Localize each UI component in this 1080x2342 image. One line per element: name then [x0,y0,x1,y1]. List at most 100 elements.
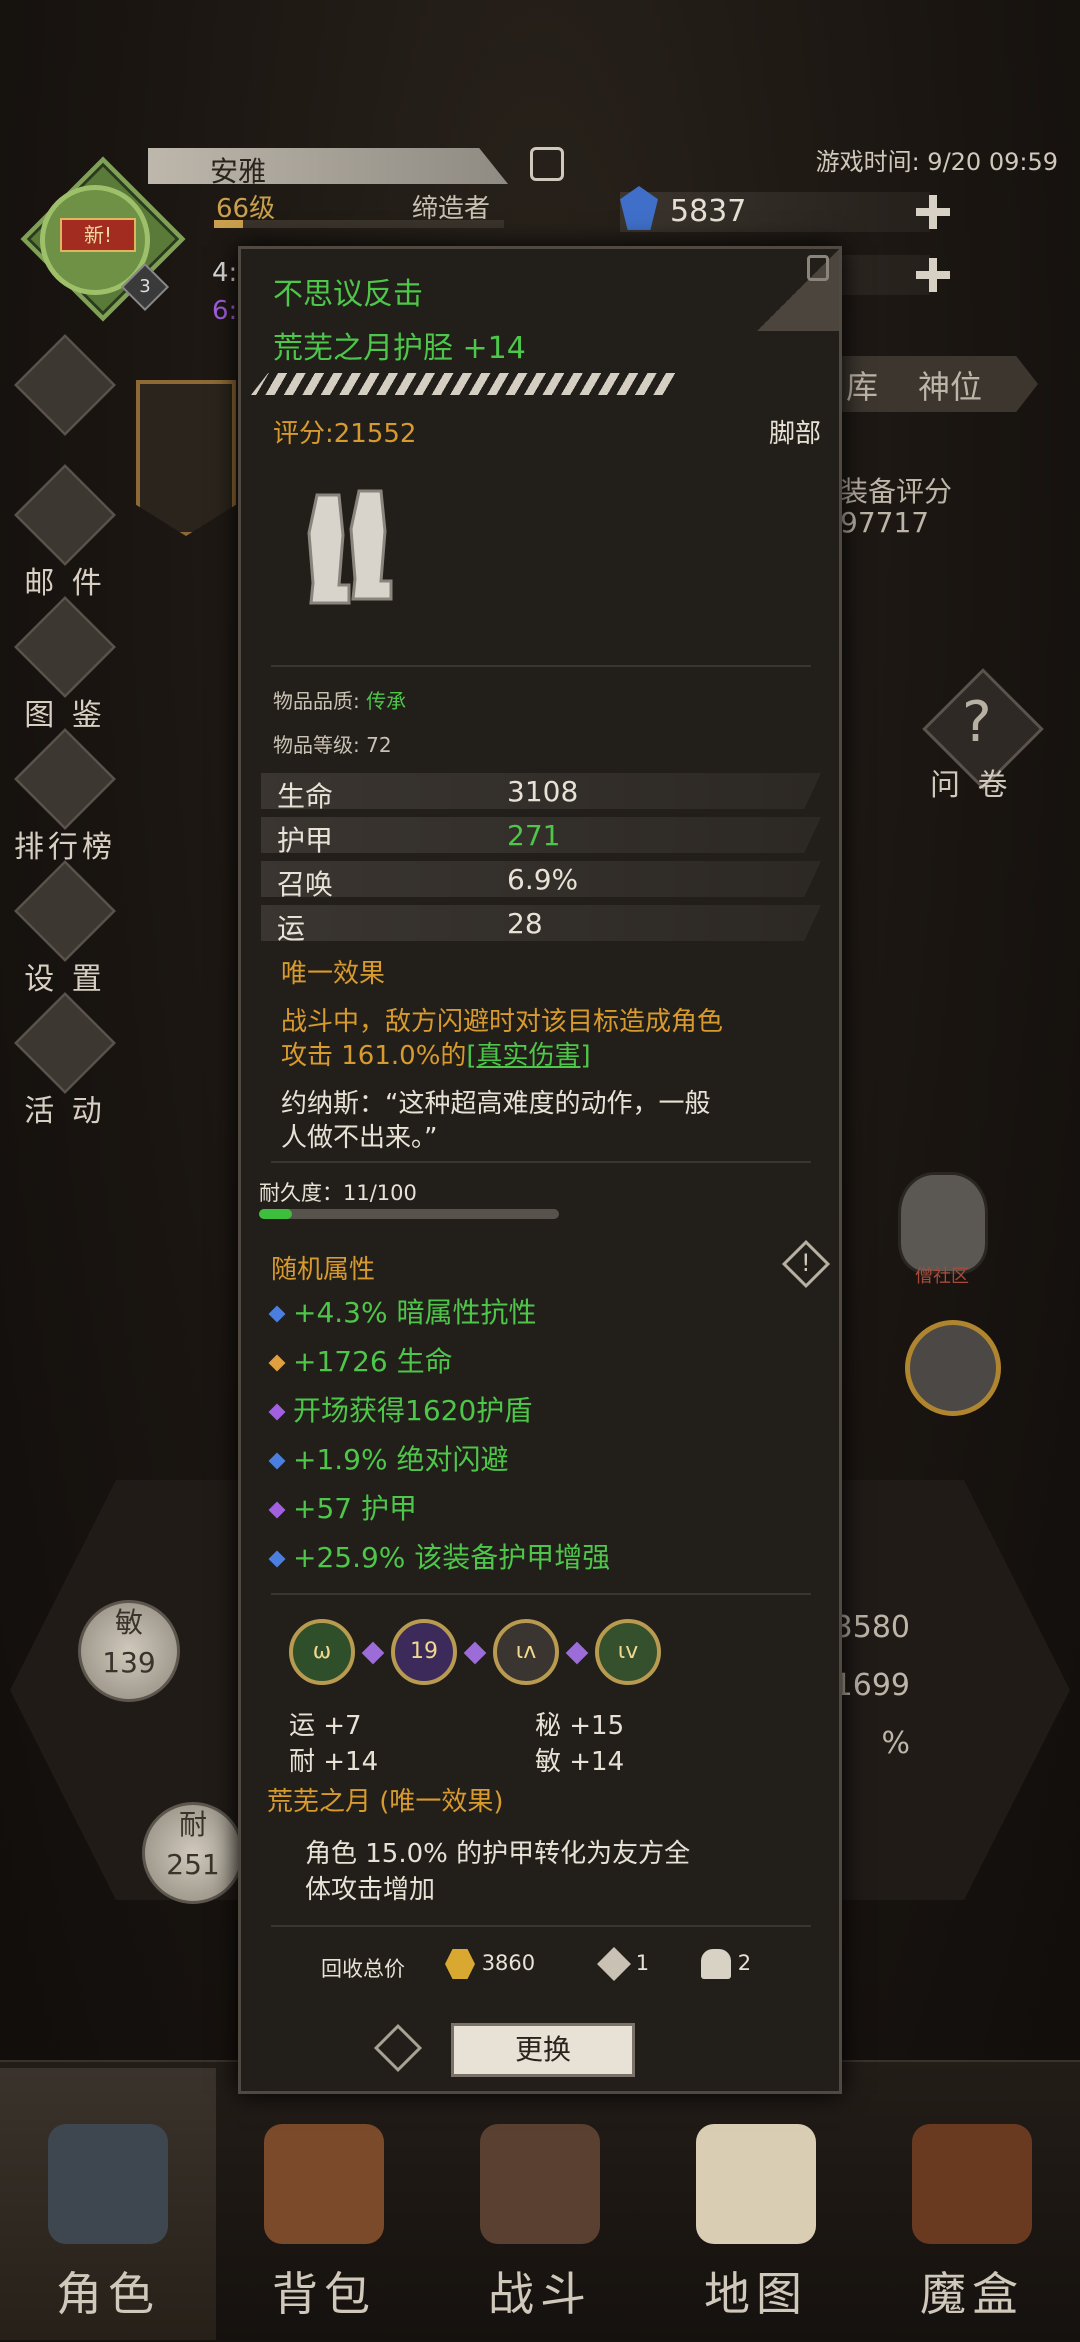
unique-effect-line2: 攻击 161.0%的[真实伤害] [281,1041,591,1071]
book-icon [14,596,116,698]
nav-magic-box[interactable]: 魔盒 [864,2068,1080,2340]
gear-icon [14,860,116,962]
nav-battle[interactable]: 战斗 [432,2068,648,2340]
lock-icon [807,255,829,281]
random-attr: +25.9% 该装备护甲增强 [268,1536,610,1576]
menu-events[interactable]: 活 动 [10,992,120,1130]
banner[interactable] [136,380,236,536]
magic-box-icon [912,2124,1032,2244]
set-effect-line1: 角色 15.0% 的护甲转化为友方全 [305,1839,691,1869]
recycle-rune: 2 [701,1949,751,1979]
quote-line1: 约纳斯：“这种超高难度的动作，一般 [281,1089,711,1119]
divider [271,1593,811,1595]
stat-armor: 271 [507,819,561,852]
tab-divine[interactable]: 神位 [918,362,982,408]
gem-slot-1[interactable]: ω [289,1619,355,1685]
right-stat-1: 3580 [833,1610,910,1645]
item-name: 荒芜之月护胫 +14 [273,331,526,366]
gem-link [463,1641,487,1665]
random-attr: +1726 生命 [268,1340,453,1380]
gem-count: 5837 [670,194,747,229]
gem-bar [620,192,930,232]
tab-storage[interactable]: 库 [846,362,878,408]
name-plate [148,148,508,184]
silver-coin-icon [597,1947,631,1981]
menu-toggle[interactable] [10,334,120,436]
random-attr: 开场获得1620护盾 [268,1389,532,1429]
recycle-label: 回收总价 [321,1957,405,1981]
question-icon: ? [962,690,992,755]
community-label: 僧社区 [915,1266,969,1287]
partial-stat-2: 6: [212,296,238,326]
new-badge: 新! [60,218,136,252]
gem-slot-3[interactable]: ɩʌ [493,1619,559,1685]
gem-stat: 运 +7 [289,1711,362,1741]
rune-stone-icon [701,1949,731,1979]
quality-row: 物品品质: 传承 [273,689,407,713]
quote-line2: 人做不出来。” [281,1123,438,1153]
item-score: 评分:21552 [273,419,417,449]
gem-link [565,1641,589,1665]
menu-ranking[interactable]: 排行榜 [10,728,120,866]
gem-slot-2[interactable]: 19 [391,1619,457,1685]
true-damage-link[interactable]: [真实伤害] [466,1041,590,1071]
menu-settings[interactable]: 设 置 [10,860,120,998]
item-detail-popup: 不思议反击 荒芜之月护胫 +14 评分:21552 脚部 物品品质: 传承 物品… [238,246,842,2094]
recycle-gold: 3860 [445,1949,535,1979]
replace-button[interactable]: 更换 [451,2023,635,2077]
gem-stat: 耐 +14 [289,1747,379,1777]
orb-endurance[interactable]: 耐 251 [142,1802,244,1904]
crown-icon[interactable] [905,1320,1001,1416]
durability-bar [259,1209,559,1219]
partial-stat: 4: [212,258,238,288]
add-gems-icon[interactable] [916,195,950,229]
right-stat-2: 1699 [833,1668,910,1703]
divider [271,1925,811,1927]
divider [271,1161,811,1163]
unique-effect-title: 唯一效果 [281,959,386,989]
divider [271,665,811,667]
edit-icon[interactable] [530,147,564,181]
gold-coin-icon [445,1949,475,1979]
player-name: 安雅 [210,155,267,188]
sword-shield-icon [480,2124,600,2244]
enhance-progress [251,373,681,395]
community-icon[interactable] [898,1172,988,1274]
add-currency-icon[interactable] [916,258,950,292]
helmet-icon [48,2124,168,2244]
item-prefix: 不思议反击 [273,277,423,312]
equip-score-label: 装备评分 [840,475,953,508]
orb-agility[interactable]: 敏 139 [78,1600,180,1702]
random-attr: +57 护甲 [268,1487,417,1527]
gem-stat: 秘 +15 [535,1711,625,1741]
event-icon [14,992,116,1094]
mail-icon [14,464,116,566]
set-effect-line2: 体攻击增加 [305,1875,436,1905]
item-level: 物品等级: 72 [273,733,392,757]
exp-bar [214,220,504,228]
leg-armor-icon [297,485,407,615]
equip-score-value: 97717 [840,506,930,539]
menu-codex[interactable]: 图 鉴 [10,596,120,734]
recycle-silver: 1 [597,1947,649,1981]
backpack-icon [264,2124,384,2244]
ranking-icon [14,728,116,830]
gem-link [361,1641,385,1665]
menu-mail[interactable]: 邮 件 [10,464,120,602]
survey-label: 问 卷 [930,768,1012,803]
random-attrs-title: 随机属性 [271,1255,376,1285]
unique-effect-line1: 战斗中，敌方闪避时对该目标造成角色 [281,1007,724,1037]
random-attr: +4.3% 暗属性抗性 [268,1291,537,1331]
quality-value: 传承 [366,689,407,713]
nav-map[interactable]: 地图 [648,2068,864,2340]
gem-stat: 敏 +14 [535,1747,625,1777]
exclamation-icon: ! [801,1249,811,1277]
nav-character[interactable]: 角色 [0,2068,216,2340]
share-icon[interactable] [373,2023,423,2073]
scroll-map-icon [696,2124,816,2244]
item-slot: 脚部 [768,419,821,449]
stat-summon: 6.9% [507,863,579,896]
nav-backpack[interactable]: 背包 [216,2068,432,2340]
gem-slot-4[interactable]: ɩv [595,1619,661,1685]
stat-hp: 3108 [507,775,579,808]
